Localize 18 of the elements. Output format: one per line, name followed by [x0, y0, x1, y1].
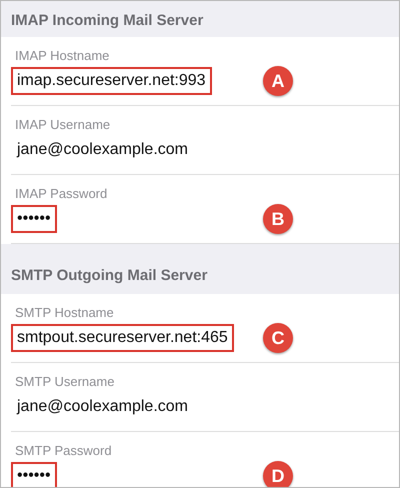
field-value[interactable]: smtpout.secureserver.net:465	[11, 324, 234, 352]
field-label: IMAP Password	[14, 186, 108, 201]
callout-badge: D	[263, 461, 293, 487]
field-value[interactable]: jane@coolexample.com	[11, 393, 194, 421]
field-value[interactable]: jane@coolexample.com	[11, 136, 194, 164]
field-label: IMAP Username	[14, 117, 112, 132]
field-label: IMAP Hostname	[14, 48, 110, 63]
field-value[interactable]: imap.secureserver.net:993	[11, 67, 212, 95]
field-label: SMTP Password	[14, 443, 113, 458]
callout-badge: C	[263, 323, 293, 353]
callout-badge: B	[263, 204, 293, 234]
section-title: IMAP Incoming Mail Server	[11, 12, 204, 29]
callout-badge: A	[263, 66, 293, 96]
section-title: SMTP Outgoing Mail Server	[11, 267, 208, 284]
field-label: SMTP Username	[14, 374, 116, 389]
field-label: SMTP Hostname	[14, 305, 115, 320]
field-value[interactable]: ••••••	[11, 205, 57, 233]
field-value[interactable]: ••••••	[11, 462, 57, 487]
